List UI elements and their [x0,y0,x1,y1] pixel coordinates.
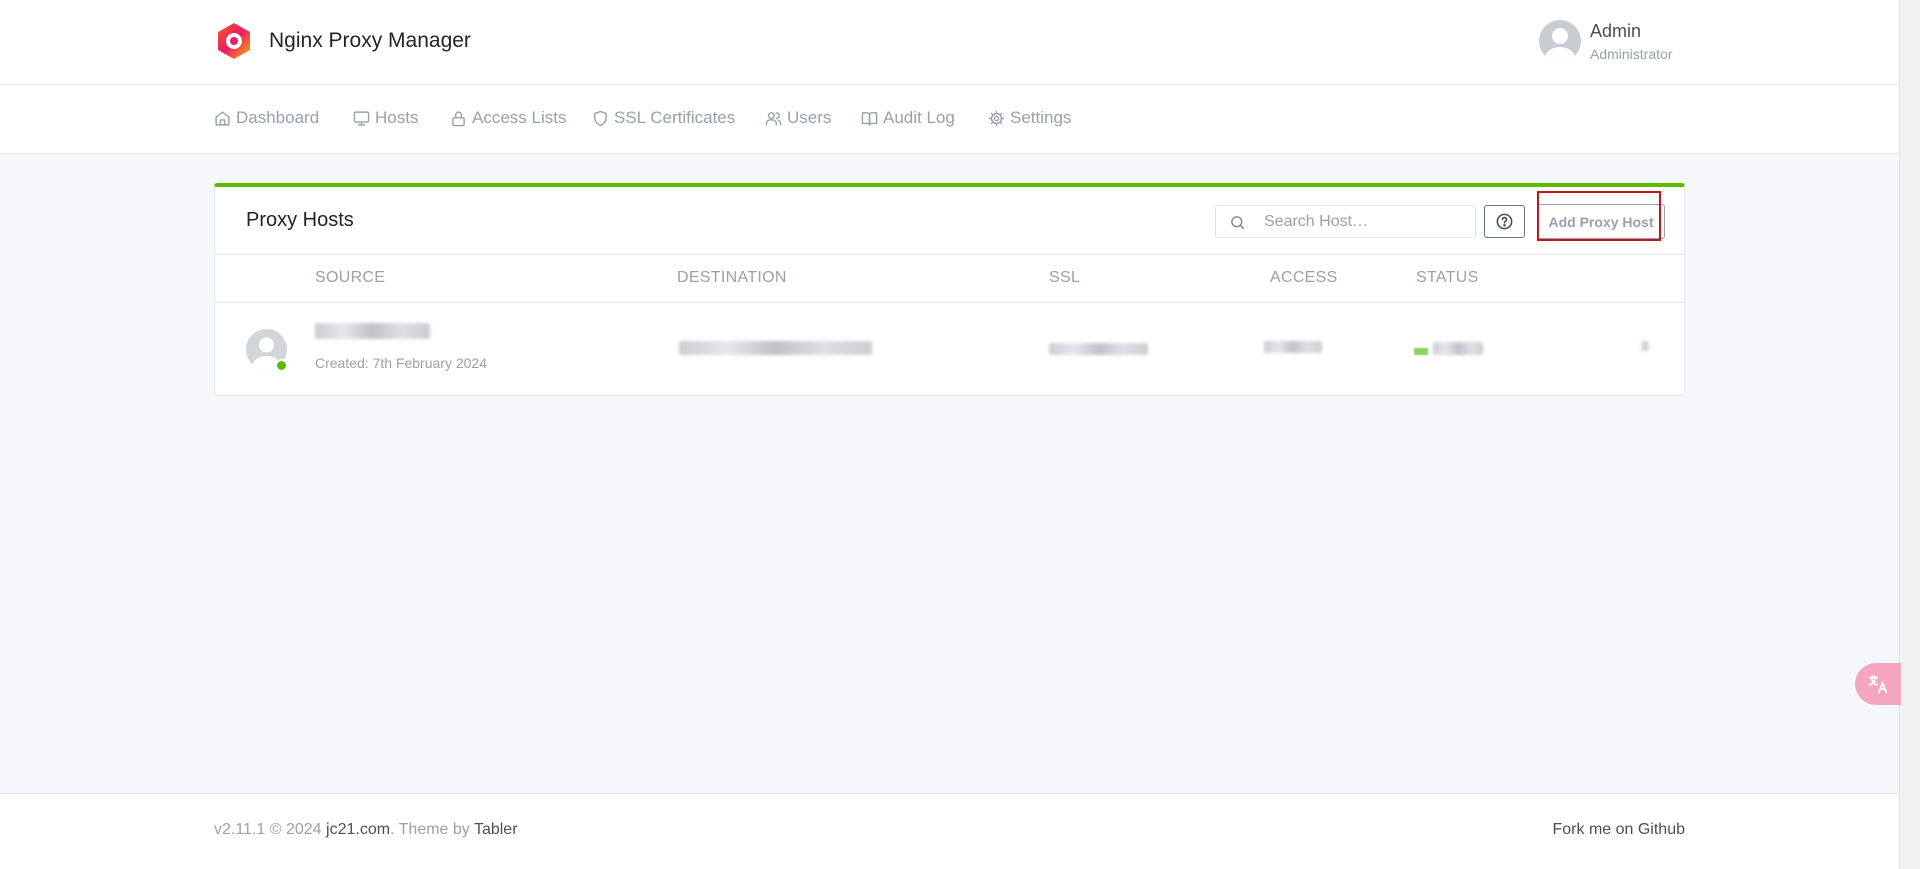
nav-ssl-certificates[interactable]: SSL Certificates [592,108,735,128]
footer: v2.11.1 © 2024 jc21.com. Theme by Tabler… [0,793,1899,869]
translate-glyph-icon [1868,674,1888,694]
brand-name: Nginx Proxy Manager [269,29,471,52]
nav-users[interactable]: Users [765,108,831,128]
npm-hexagon-logo-icon [218,23,250,59]
created-date: Created: 7th February 2024 [315,355,487,371]
access-redacted [1264,341,1322,353]
monitor-icon [353,110,370,126]
status-redacted [1433,342,1483,355]
tabler-link[interactable]: Tabler [474,821,518,838]
column-access: ACCESS [1270,269,1338,286]
nav-label: SSL Certificates [614,108,736,127]
shield-icon [594,110,607,126]
lock-icon [452,110,465,126]
search-box[interactable] [1215,205,1476,238]
card-title: Proxy Hosts [246,209,354,231]
nav-dashboard[interactable]: Dashboard [214,108,319,128]
help-button[interactable] [1484,205,1525,238]
search-icon [1231,216,1245,230]
column-status: STATUS [1416,269,1479,286]
nav-label: Settings [1010,108,1072,127]
question-circle-icon [1496,213,1513,230]
gear-icon [988,110,1005,126]
table-header: SOURCE DESTINATION SSL ACCESS STATUS [215,255,1684,303]
table-row[interactable]: Created: 7th February 2024 [215,303,1684,396]
nav-settings[interactable]: Settings [988,108,1071,128]
column-ssl: SSL [1049,269,1081,286]
card-header: Proxy Hosts Add Proxy Host [215,187,1684,255]
status-dot [1414,348,1428,355]
destination-redacted [679,341,872,355]
home-icon [215,110,230,126]
main-nav: Dashboard Hosts Access Lists SSL Certifi… [0,85,1899,154]
row-menu-redacted[interactable] [1641,341,1649,351]
jc21-link[interactable]: jc21.com [326,821,390,838]
theme-by-text: . Theme by [390,821,474,838]
avatar [1539,20,1581,62]
nav-label: Audit Log [883,108,955,127]
github-link[interactable]: Fork me on Github [1553,821,1686,839]
user-menu[interactable]: Admin Administrator [1539,20,1672,62]
translate-icon[interactable] [1855,663,1901,705]
footer-credits: v2.11.1 © 2024 jc21.com. Theme by Tabler [214,821,518,839]
user-role: Administrator [1590,45,1673,62]
column-source: SOURCE [315,269,386,286]
column-destination: DESTINATION [677,269,787,286]
search-input[interactable] [1264,206,1469,237]
source-domain-redacted[interactable] [315,323,430,339]
nav-audit-log[interactable]: Audit Log [861,108,955,128]
nav-label: Users [787,108,832,127]
brand[interactable]: Nginx Proxy Manager [214,21,471,61]
book-icon [861,111,878,126]
ssl-redacted [1049,343,1148,355]
version-text: v2.11.1 © 2024 [214,821,327,838]
top-header: Nginx Proxy Manager Admin Administrator [0,0,1899,85]
add-proxy-host-button[interactable]: Add Proxy Host [1537,204,1665,239]
user-silhouette-icon [1545,28,1575,62]
nav-label: Hosts [375,108,419,127]
proxy-hosts-card: Proxy Hosts Add Proxy Host SOURCE DESTIN… [214,183,1685,396]
nav-label: Access Lists [472,108,567,127]
scrollbar[interactable] [1899,0,1920,869]
nav-hosts[interactable]: Hosts [353,108,418,128]
nav-label: Dashboard [236,108,320,127]
user-name: Admin [1590,20,1642,41]
online-indicator [275,359,288,372]
users-icon [765,111,782,126]
nav-access-lists[interactable]: Access Lists [450,108,566,128]
